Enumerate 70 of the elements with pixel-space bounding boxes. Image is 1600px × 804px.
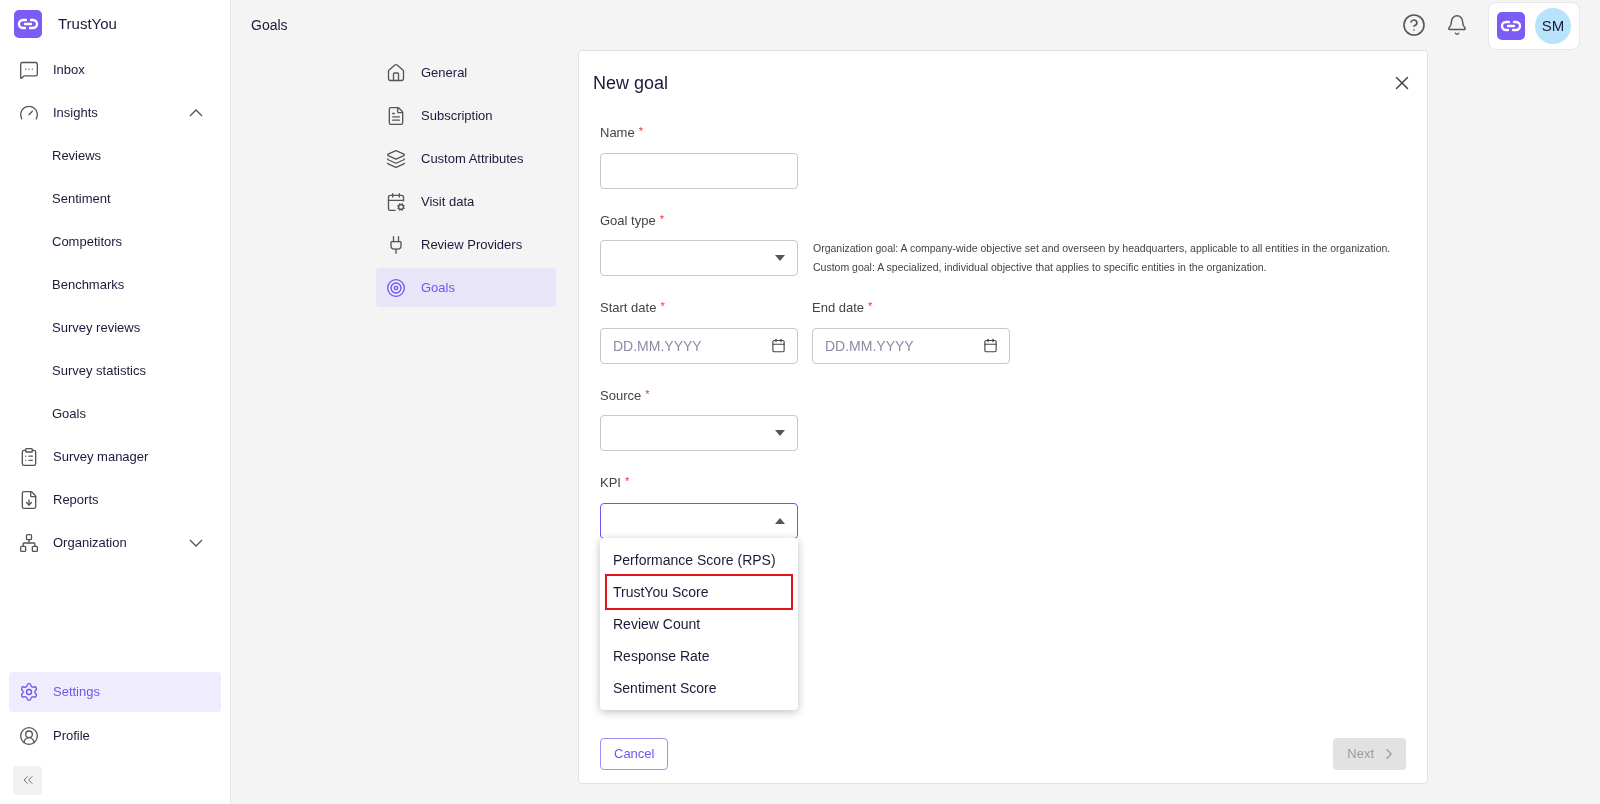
caret-down-icon: [775, 430, 785, 436]
sidebar-item[interactable]: Settings: [9, 672, 221, 712]
brand-name: TrustYou: [58, 13, 117, 34]
field-label: Source: [600, 386, 642, 405]
dropdown-option[interactable]: Review Count: [607, 608, 791, 640]
sidebar-subitem[interactable]: Competitors: [9, 220, 221, 263]
layers-icon: [386, 148, 406, 169]
settings-nav-item[interactable]: Custom Attributes: [376, 139, 556, 178]
page-title: Goals: [251, 15, 289, 35]
sidebar-item[interactable]: Organization: [9, 521, 221, 564]
sidebar-item[interactable]: Profile: [9, 716, 221, 756]
target-icon: [386, 277, 406, 298]
calendar-icon: [386, 191, 406, 212]
sidebar-subitem[interactable]: Survey statistics: [9, 349, 221, 392]
dropdown-option[interactable]: TrustYou Score: [607, 576, 791, 608]
document-download-icon: [19, 489, 39, 510]
sidebar-item[interactable]: Inbox: [9, 48, 221, 91]
field-label: Name: [600, 124, 635, 142]
required-mark: *: [638, 124, 643, 139]
date-input[interactable]: DD.MM.YYYY: [812, 327, 1010, 364]
user-avatar[interactable]: SM: [1535, 8, 1571, 44]
calendar-icon: [983, 337, 998, 353]
name-input[interactable]: [600, 152, 798, 189]
clipboard-icon: [19, 446, 39, 467]
sidebar-subitem[interactable]: Sentiment: [9, 177, 221, 220]
settings-nav-item[interactable]: General: [376, 53, 556, 92]
document-icon: [386, 105, 406, 126]
logo-icon: [1497, 12, 1525, 40]
user-circle-icon: [19, 726, 39, 746]
cancel-button[interactable]: Cancel: [600, 738, 669, 770]
select-field[interactable]: [600, 240, 798, 276]
help-text: Custom goal: A specialized, individual objective that applies to specific entities in the organization.: [813, 259, 1268, 275]
caret-up-icon: [775, 517, 785, 524]
account-switcher[interactable]: SM: [1488, 2, 1580, 50]
dropdown-option[interactable]: Sentiment Score: [607, 672, 791, 704]
required-mark: *: [624, 474, 630, 489]
settings-nav-item[interactable]: Subscription: [376, 96, 556, 135]
dialog-title: New goal: [593, 71, 669, 95]
field-label: End date: [812, 299, 865, 317]
select-field[interactable]: [600, 415, 798, 451]
required-mark: *: [659, 211, 664, 227]
sidebar-subitem[interactable]: Reviews: [9, 134, 221, 177]
required-mark: *: [868, 299, 873, 314]
settings-icon: [19, 682, 39, 702]
chat-bubble-icon: [19, 59, 39, 80]
home-icon: [386, 62, 406, 83]
dropdown-option[interactable]: Response Rate: [607, 640, 791, 672]
calendar-icon: [771, 337, 786, 353]
dropdown-option[interactable]: Performance Score (RPS): [607, 544, 791, 576]
required-mark: *: [660, 299, 665, 314]
field-label: KPI: [600, 474, 621, 492]
help-icon[interactable]: [1402, 13, 1426, 37]
settings-nav-item[interactable]: Review Providers: [376, 225, 556, 264]
settings-nav-item[interactable]: Goals: [376, 268, 556, 307]
sidebar-item[interactable]: Survey manager: [9, 435, 221, 478]
required-mark: *: [645, 386, 650, 402]
sidebar-item[interactable]: Insights: [9, 91, 221, 134]
notification-bell-icon[interactable]: [1446, 14, 1468, 36]
settings-nav-item[interactable]: Visit data: [376, 182, 556, 221]
field-label: Start date: [600, 299, 657, 317]
caret-down-icon: [775, 255, 785, 261]
sidebar-subitem[interactable]: Survey reviews: [9, 306, 221, 349]
help-text: Organization goal: A company-wide objective set and overseen by headquarters, applicable to all entities in the organization.: [813, 240, 1391, 256]
logo-icon: [14, 10, 42, 38]
field-label: Goal type: [600, 211, 656, 230]
sidebar-subitem[interactable]: Benchmarks: [9, 263, 221, 306]
date-input[interactable]: DD.MM.YYYY: [600, 327, 798, 364]
sidebar-item[interactable]: Reports: [9, 478, 221, 521]
hierarchy-icon: [19, 532, 39, 553]
sidebar-subitem[interactable]: Goals: [9, 392, 221, 435]
